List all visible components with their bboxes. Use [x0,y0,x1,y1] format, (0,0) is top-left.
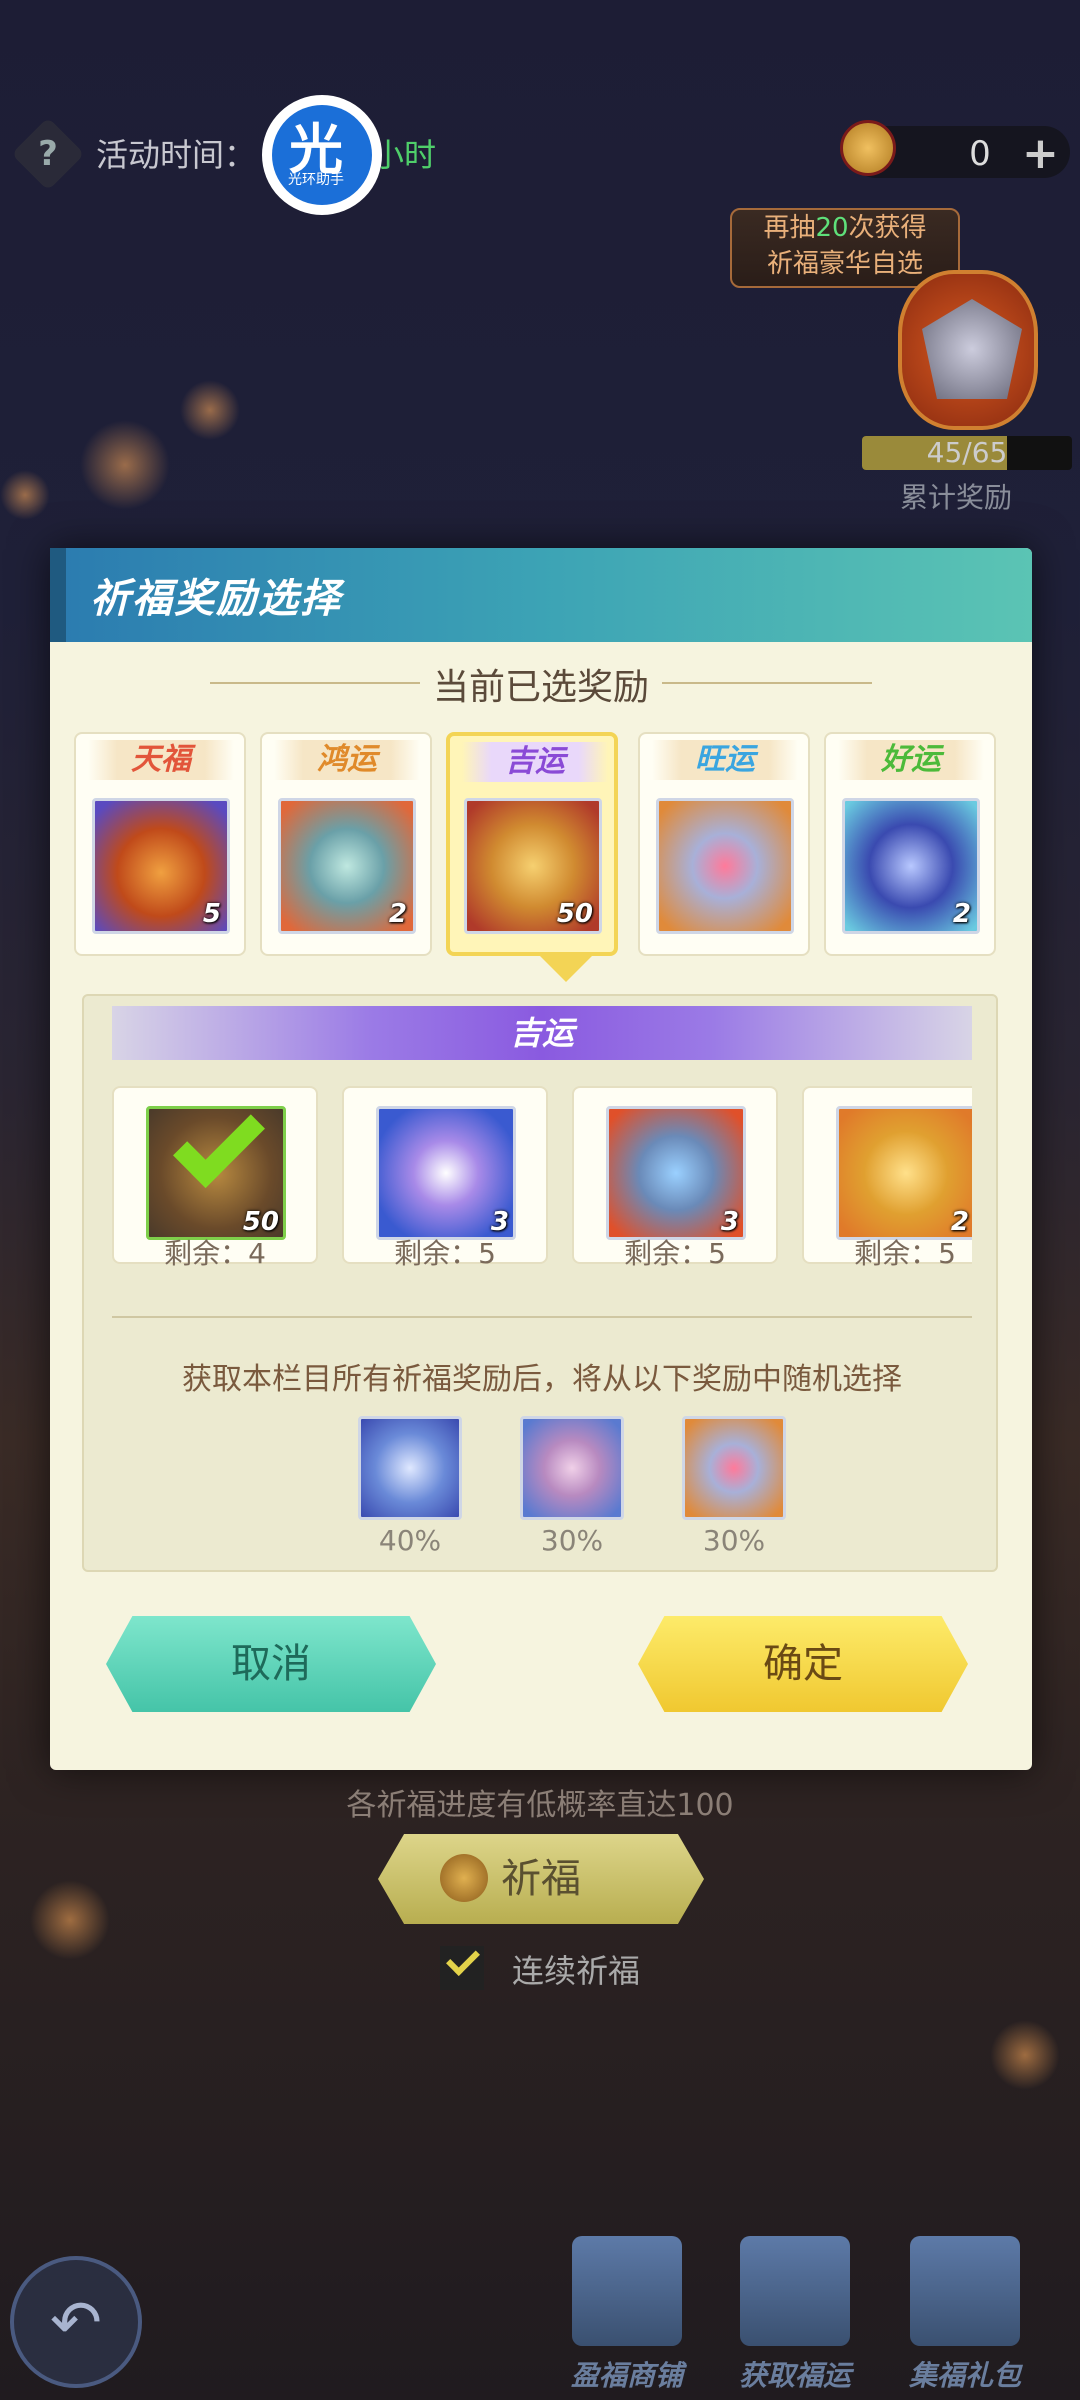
dialog-title: 祈福奖励选择 [90,576,342,622]
random-reward[interactable]: 30% [682,1416,786,1557]
fortune-coin-icon [440,1854,488,1902]
confirm-button[interactable]: 确定 [638,1616,968,1712]
gem-chest-reward-icon: 3 [606,1106,746,1240]
event-time-label: 活动时间： [96,136,257,174]
probability-hint: 各祈福进度有低概率直达100 [346,1788,734,1823]
help-button[interactable]: ? [11,117,85,191]
category-tag: 天福 [88,740,234,780]
gift-box-icon [910,2236,1020,2346]
check-icon [446,1942,480,1976]
background-lantern [0,470,50,520]
promo-line2: 祈福豪华自选 [766,249,923,279]
remaining-count: 剩余：5 [624,1237,726,1266]
cumulative-progress-bar: 45/65 [862,436,1072,470]
reward-probability: 30% [702,1524,766,1557]
currency-amount: 0 [969,134,991,174]
rune-crystal-reward-icon: 2 [842,798,980,934]
pool-item[interactable]: 2 剩余：5 [802,1086,972,1266]
reward-count: 5 [202,899,221,929]
currency-counter: 0 + [840,120,1070,179]
treasure-chest-reward-icon [656,798,794,934]
pool-description: 获取本栏目所有祈福奖励后，将从以下奖励中随机选择 [182,1362,902,1397]
promo-banner: 再抽20次获得 祈福豪华自选 [730,208,960,288]
nav-fortune-shop[interactable]: 盈福商铺 [552,2236,702,2400]
remaining-count: 剩余：4 [164,1237,266,1266]
golden-chest-reward-icon: 2 [836,1106,972,1240]
pool-category-banner: 吉运 [112,1006,972,1060]
shop-chest-icon [572,2236,682,2346]
claimed-check-icon [173,1096,265,1188]
random-reward[interactable]: 40% [358,1416,462,1557]
selection-pointer [540,956,592,982]
book-icon [740,2236,850,2346]
armor-reward-icon [922,299,1022,399]
nav-label: 集福礼包 [908,2359,1021,2392]
remaining-count: 剩余：5 [394,1237,496,1266]
pool-item[interactable]: 3 剩余：5 [342,1086,548,1266]
continuous-pray-checkbox[interactable] [440,1942,484,1990]
reward-count: 2 [388,899,407,929]
back-button[interactable]: ↶ [10,2256,142,2388]
divider [112,1316,972,1318]
background-lantern [180,380,240,440]
spear-reward-icon [358,1416,462,1520]
nav-label: 获取福运 [738,2359,851,2392]
promo-count: 20 [815,213,849,243]
background-lantern [80,420,170,510]
nav-label: 盈福商铺 [570,2359,683,2392]
axe-reward-icon: 2 [278,798,416,934]
promo-suffix: 次获得 [848,213,927,243]
logo-caption: 光环助手 [288,172,344,188]
reward-selection-dialog: 祈福奖励选择 当前已选奖励 天福 5 鸿运 2 吉运 50 旺运 好运 2 吉运… [50,548,1032,1770]
reward-count: 2 [952,899,971,929]
dialog-header: 祈福奖励选择 [50,548,1032,642]
pool-item[interactable]: 3 剩余：5 [572,1086,778,1266]
continuous-pray-label: 连续祈福 [512,1952,641,1990]
category-tag: 好运 [838,740,984,780]
fortune-coin-icon [840,120,896,176]
pool-items-carousel[interactable]: 50 剩余：4 3 剩余：5 3 剩余：5 2 剩余：5 [112,1086,972,1266]
potion-reward-icon [520,1416,624,1520]
reward-probability: 30% [540,1524,604,1557]
cumulative-reward-label: 累计奖励 [900,481,1013,514]
reward-probability: 40% [378,1524,442,1557]
remaining-count: 剩余：5 [854,1237,956,1266]
back-arrow-icon: ↶ [50,2286,102,2359]
question-icon: ? [38,134,58,174]
cumulative-reward-lantern[interactable] [898,270,1038,430]
halo-assistant-logo[interactable]: 光 光环助手 [262,95,382,215]
promo-prefix: 再抽 [763,213,816,243]
add-currency-button[interactable]: + [1022,128,1059,179]
category-tag: 鸿运 [274,740,420,780]
pool-item[interactable]: 50 剩余：4 [112,1086,318,1266]
category-card-haoyun[interactable]: 好运 2 [824,732,996,956]
rune-orb-reward-icon: 3 [376,1106,516,1240]
random-reward[interactable]: 30% [520,1416,624,1557]
reward-pool-panel: 吉运 50 剩余：4 3 剩余：5 3 剩余：5 2 剩余：5 获取本栏目所有祈… [82,994,998,1572]
pray-label: 祈福 [501,1856,581,1902]
treasure-chest-reward-icon [682,1416,786,1520]
category-card-hongyun[interactable]: 鸿运 2 [260,732,432,956]
category-card-jiyun[interactable]: 吉运 50 [446,732,618,956]
pray-button[interactable]: 祈福 [378,1834,704,1924]
category-card-wangyun[interactable]: 旺运 [638,732,810,956]
cancel-button[interactable]: 取消 [106,1616,436,1712]
nav-get-fortune[interactable]: 获取福运 [720,2236,870,2400]
reward-count: 50 [556,899,593,929]
category-tag: 旺运 [652,740,798,780]
current-selection-title: 当前已选奖励 [432,667,649,708]
golden-helmet-reward-icon: 50 [464,798,602,934]
background-lantern [30,1880,110,1960]
category-card-tianfu[interactable]: 天福 5 [74,732,246,956]
progress-text: 45/65 [926,436,1008,469]
nav-fortune-gift-pack[interactable]: 集福礼包 [890,2236,1040,2400]
category-tag: 吉运 [462,742,608,782]
golden-helmet-reward-icon: 50 [146,1096,286,1240]
fire-orb-reward-icon: 5 [92,798,230,934]
background-lantern [990,2020,1060,2090]
